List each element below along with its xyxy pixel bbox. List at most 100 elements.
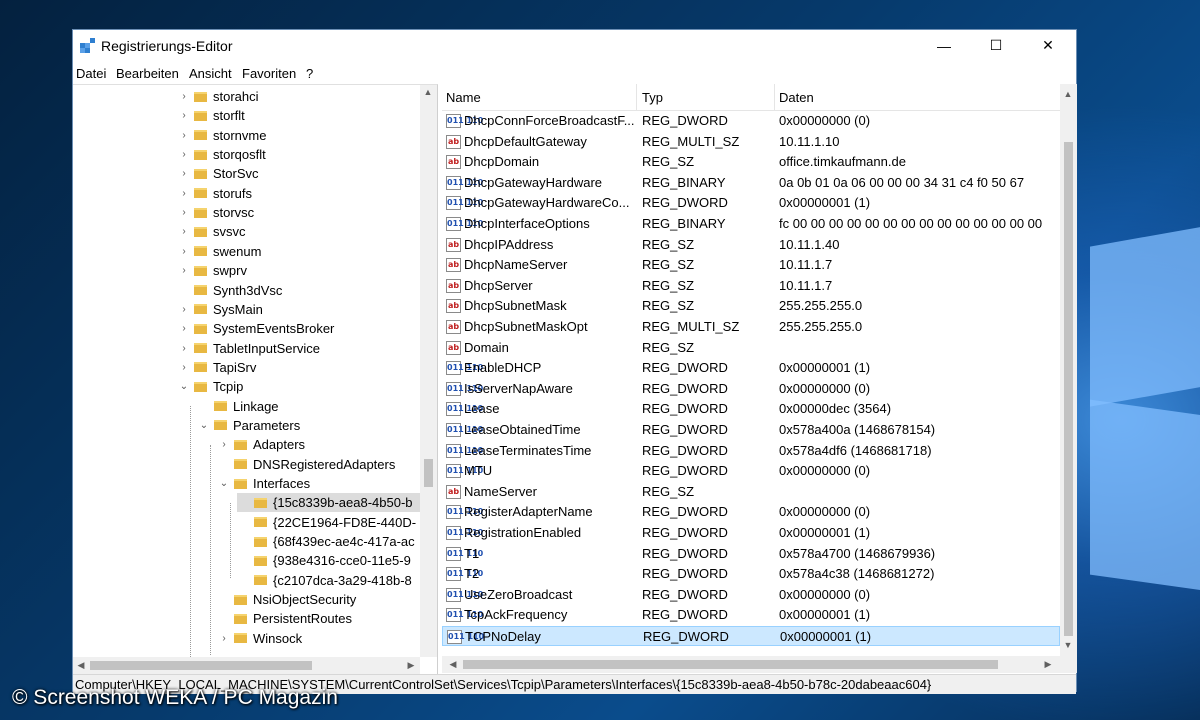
- expand-icon[interactable]: ›: [177, 265, 191, 276]
- tree-item[interactable]: › SystemEventsBroker: [177, 319, 334, 338]
- tree-item[interactable]: Synth3dVsc: [177, 281, 282, 300]
- tree-horizontal-scrollbar[interactable]: ◀ ▶: [73, 657, 420, 674]
- scroll-up-arrow[interactable]: ▲: [420, 87, 436, 97]
- scroll-right-arrow[interactable]: ▶: [1040, 659, 1056, 670]
- tree-item[interactable]: › stornvme: [177, 126, 266, 145]
- tree-item[interactable]: › swenum: [177, 242, 261, 261]
- expand-icon[interactable]: ›: [177, 91, 191, 102]
- menu-datei[interactable]: Datei: [76, 66, 106, 81]
- close-button[interactable]: ✕: [1025, 30, 1071, 61]
- tree-item[interactable]: PersistentRoutes: [217, 609, 352, 628]
- list-vertical-scrollbar[interactable]: ▲ ▼: [1060, 84, 1077, 656]
- value-row[interactable]: 011 110 LeaseTerminatesTime REG_DWORD 0x578…: [442, 441, 1060, 461]
- tree-item[interactable]: › storahci: [177, 87, 258, 106]
- scroll-down-arrow[interactable]: ▼: [1060, 640, 1076, 650]
- tree-hscroll-thumb[interactable]: [90, 661, 312, 670]
- expand-icon[interactable]: ›: [177, 130, 191, 141]
- maximize-button[interactable]: ☐: [973, 30, 1019, 61]
- scroll-left-arrow[interactable]: ◀: [445, 659, 461, 670]
- value-row[interactable]: 011 110 DhcpConnForceBroadcastF... REG_DWO…: [442, 111, 1060, 131]
- value-row[interactable]: 011 110 IsServerNapAware REG_DWORD 0x000000…: [442, 379, 1060, 399]
- value-row[interactable]: 011 110 T2 REG_DWORD 0x578a4c38 (1468681272…: [442, 564, 1060, 584]
- tree-item[interactable]: ⌄ Parameters: [197, 416, 300, 435]
- list-scroll-thumb[interactable]: [1064, 142, 1073, 636]
- expand-icon[interactable]: ›: [177, 149, 191, 160]
- column-header-name[interactable]: Name: [446, 90, 481, 105]
- key-tree-pane[interactable]: › storahci › storflt › stornvme › storqosflt › St…: [73, 84, 438, 675]
- value-row[interactable]: 011 110 UseZeroBroadcast REG_DWORD 0x000000…: [442, 585, 1060, 605]
- column-header-data[interactable]: Daten: [779, 90, 814, 105]
- column-divider[interactable]: [774, 84, 775, 110]
- value-row[interactable]: 011 110 DhcpGatewayHardware REG_BINARY 0a 0…: [442, 173, 1060, 193]
- tree-item[interactable]: {22CE1964-FD8E-440D-: [237, 513, 416, 532]
- list-hscroll-thumb[interactable]: [463, 660, 998, 669]
- value-row[interactable]: ab DhcpSubnetMask REG_SZ 255.255.255.0: [442, 296, 1060, 316]
- tree-item[interactable]: {938e4316-cce0-11e5-9: [237, 551, 411, 570]
- tree-vertical-scrollbar[interactable]: ▲: [420, 85, 437, 657]
- tree-item[interactable]: ⌄ Interfaces: [217, 474, 310, 493]
- value-row[interactable]: 011 110 RegisterAdapterName REG_DWORD 0x000…: [442, 502, 1060, 522]
- tree-item[interactable]: › swprv: [177, 261, 247, 280]
- value-row[interactable]: ab DhcpDefaultGateway REG_MULTI_SZ 10.11.1.…: [442, 132, 1060, 152]
- value-row[interactable]: 011 110 RegistrationEnabled REG_DWORD 0x000…: [442, 523, 1060, 543]
- value-row[interactable]: 011 110 T1 REG_DWORD 0x578a4700 (1468679936…: [442, 544, 1060, 564]
- tree-item[interactable]: › svsvc: [177, 222, 245, 241]
- value-row[interactable]: 011 110 MTU REG_DWORD 0x00000000 (0): [442, 461, 1060, 481]
- menu-ansicht[interactable]: Ansicht: [189, 66, 232, 81]
- expand-icon[interactable]: ›: [177, 362, 191, 373]
- value-row[interactable]: ab DhcpIPAddress REG_SZ 10.11.1.40: [442, 235, 1060, 255]
- tree-item[interactable]: {15c8339b-aea8-4b50-b: [237, 493, 420, 513]
- tree-item[interactable]: › storvsc: [177, 203, 254, 222]
- value-row[interactable]: ab DhcpDomain REG_SZ office.timkaufmann.de: [442, 152, 1060, 172]
- tree-item[interactable]: DNSRegisteredAdapters: [217, 455, 395, 474]
- menu-help[interactable]: ?: [306, 66, 313, 81]
- tree-item[interactable]: NsiObjectSecurity: [217, 590, 356, 609]
- value-row[interactable]: ab DhcpServer REG_SZ 10.11.1.7: [442, 276, 1060, 296]
- minimize-button[interactable]: —: [921, 30, 967, 61]
- title-bar[interactable]: Registrierungs-Editor — ☐ ✕: [73, 30, 1076, 61]
- tree-item[interactable]: {68f439ec-ae4c-417a-ac: [237, 532, 415, 551]
- value-row[interactable]: 011 110 DhcpGatewayHardwareCo... REG_DWORD…: [442, 193, 1060, 213]
- expand-icon[interactable]: ›: [177, 188, 191, 199]
- expand-icon[interactable]: ›: [177, 110, 191, 121]
- expand-icon[interactable]: ›: [177, 226, 191, 237]
- tree-item[interactable]: {c2107dca-3a29-418b-8: [237, 571, 412, 590]
- value-row[interactable]: 011 110 EnableDHCP REG_DWORD 0x00000001 (1): [442, 358, 1060, 378]
- collapse-icon[interactable]: ⌄: [177, 381, 191, 392]
- value-row[interactable]: 011 110 Lease REG_DWORD 0x00000dec (3564): [442, 399, 1060, 419]
- values-list-pane[interactable]: Name Typ Daten 011 110 DhcpConnForceBroad…: [442, 84, 1078, 674]
- value-row[interactable]: 011 110 DhcpInterfaceOptions REG_BINARY fc …: [442, 214, 1060, 234]
- expand-icon[interactable]: ›: [177, 304, 191, 315]
- expand-icon[interactable]: ›: [177, 343, 191, 354]
- tree-item[interactable]: › storufs: [177, 184, 252, 203]
- expand-icon[interactable]: ›: [217, 633, 231, 644]
- tree-scroll-thumb[interactable]: [424, 459, 433, 487]
- tree-item[interactable]: › SysMain: [177, 300, 263, 319]
- list-horizontal-scrollbar[interactable]: ◀ ▶: [442, 656, 1077, 673]
- expand-icon[interactable]: ›: [217, 439, 231, 450]
- expand-icon[interactable]: ›: [177, 168, 191, 179]
- collapse-icon[interactable]: ⌄: [217, 478, 231, 489]
- scroll-up-arrow[interactable]: ▲: [1060, 89, 1076, 99]
- tree-item[interactable]: › TapiSrv: [177, 358, 256, 377]
- tree-item[interactable]: › StorSvc: [177, 164, 258, 183]
- scroll-right-arrow[interactable]: ▶: [403, 660, 419, 671]
- expand-icon[interactable]: ›: [177, 246, 191, 257]
- value-row[interactable]: ab DhcpNameServer REG_SZ 10.11.1.7: [442, 255, 1060, 275]
- tree-item[interactable]: › TabletInputService: [177, 339, 320, 358]
- tree-item[interactable]: › storqosflt: [177, 145, 265, 164]
- tree-item[interactable]: › Adapters: [217, 435, 305, 454]
- scroll-left-arrow[interactable]: ◀: [73, 660, 89, 671]
- value-row[interactable]: ab Domain REG_SZ: [442, 338, 1060, 358]
- value-row[interactable]: ab DhcpSubnetMaskOpt REG_MULTI_SZ 255.255.2…: [442, 317, 1060, 337]
- column-divider[interactable]: [636, 84, 637, 110]
- menu-favoriten[interactable]: Favoriten: [242, 66, 296, 81]
- collapse-icon[interactable]: ⌄: [197, 420, 211, 431]
- menu-bearbeiten[interactable]: Bearbeiten: [116, 66, 179, 81]
- tree-item[interactable]: Linkage: [197, 397, 279, 416]
- tree-item[interactable]: › storflt: [177, 106, 244, 125]
- expand-icon[interactable]: ›: [177, 323, 191, 334]
- value-row[interactable]: 011 110 LeaseObtainedTime REG_DWORD 0x578a4…: [442, 420, 1060, 440]
- column-header-type[interactable]: Typ: [642, 90, 663, 105]
- expand-icon[interactable]: ›: [177, 207, 191, 218]
